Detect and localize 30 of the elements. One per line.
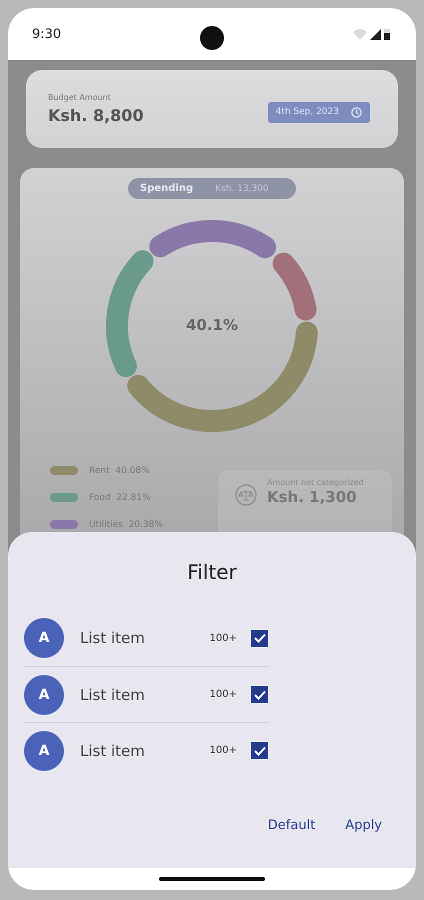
item-count: 100+ bbox=[210, 632, 237, 644]
item-count: 100+ bbox=[210, 745, 237, 756]
list-item-label[interactable]: List item bbox=[80, 686, 210, 704]
spending-amount: Ksh. 13,300 bbox=[215, 184, 269, 194]
list-item-label[interactable]: List item bbox=[80, 742, 210, 760]
avatar: A bbox=[24, 618, 64, 658]
checkbox[interactable] bbox=[251, 686, 268, 703]
item-count: 100+ bbox=[210, 689, 237, 700]
avatar: A bbox=[24, 730, 64, 770]
list-item-label[interactable]: List item bbox=[80, 629, 210, 647]
uncategorized-amount: Ksh. 1,300 bbox=[267, 488, 358, 506]
legend-label: Rent 40.08% bbox=[89, 466, 150, 476]
scale-icon bbox=[235, 484, 257, 506]
checkbox[interactable] bbox=[251, 742, 268, 759]
spending-label: Spending bbox=[140, 183, 194, 194]
default-button[interactable]: Default bbox=[262, 814, 322, 837]
clock-icon bbox=[351, 106, 362, 118]
signal-icon bbox=[370, 29, 381, 40]
battery-icon bbox=[384, 28, 390, 40]
checkbox[interactable] bbox=[251, 630, 268, 646]
apply-button[interactable]: Apply bbox=[339, 814, 388, 837]
status-time: 9:30 bbox=[32, 26, 62, 42]
donut-center-value: 40.1% bbox=[184, 316, 240, 334]
legend-label: Food 22.81% bbox=[89, 492, 151, 502]
avatar: A bbox=[24, 674, 64, 714]
camera-hole bbox=[200, 26, 224, 50]
budget-label: Budget Amount bbox=[48, 93, 112, 102]
sheet-title: Filter bbox=[186, 560, 238, 584]
wifi-icon bbox=[353, 29, 367, 40]
budget-amount: Ksh. 8,800 bbox=[48, 106, 144, 125]
